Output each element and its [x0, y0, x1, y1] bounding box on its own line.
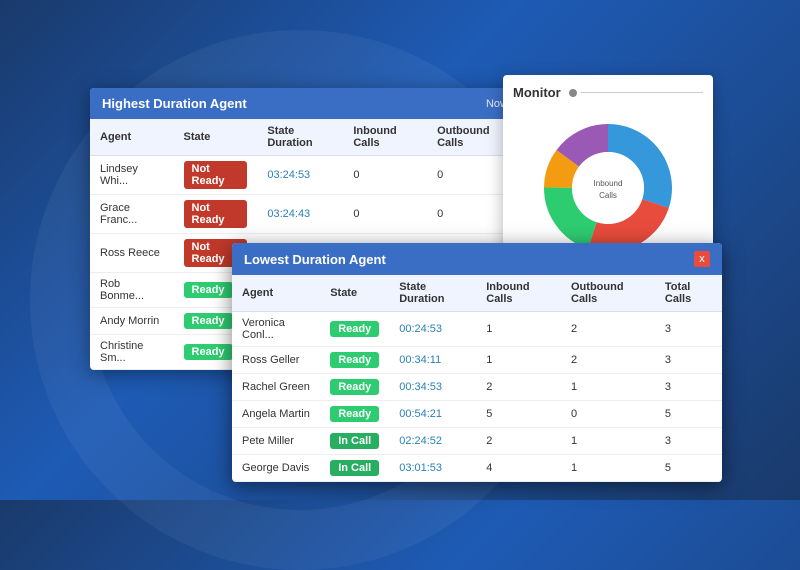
monitor-header: Monitor	[513, 85, 703, 100]
total-calls: 3	[655, 347, 722, 374]
agent-state: In Call	[320, 455, 389, 482]
donut-center	[572, 152, 644, 224]
total-calls: 5	[655, 455, 722, 482]
table-row: Ross Geller Ready 00:34:11 1 2 3	[232, 347, 722, 374]
inbound-calls: 0	[343, 156, 427, 195]
agent-name: Ross Geller	[232, 347, 320, 374]
agent-name: Veronica Conl...	[232, 312, 320, 347]
agent-name: Pete Miller	[232, 428, 320, 455]
state-duration: 00:54:21	[389, 401, 476, 428]
col-state-duration: State Duration	[257, 119, 343, 156]
table-row: Veronica Conl... Ready 00:24:53 1 2 3	[232, 312, 722, 347]
state-duration: 03:01:53	[389, 455, 476, 482]
state-duration: 00:24:53	[389, 312, 476, 347]
table-row: Grace Franc... Not Ready 03:24:43 0 0	[90, 195, 520, 234]
agent-name: George Davis	[232, 455, 320, 482]
agent-state: Not Ready	[174, 195, 258, 234]
col-agent: Agent	[232, 275, 320, 312]
col-total: Total Calls	[655, 275, 722, 312]
monitor-line	[581, 92, 703, 93]
state-duration: 00:34:11	[389, 347, 476, 374]
agent-name: Andy Morrin	[90, 308, 174, 335]
agent-state: In Call	[320, 428, 389, 455]
monitor-title: Monitor	[513, 85, 561, 100]
table-row: Pete Miller In Call 02:24:52 2 1 3	[232, 428, 722, 455]
col-agent: Agent	[90, 119, 174, 156]
agent-name: Christine Sm...	[90, 335, 174, 370]
lowest-duration-table: Agent State State Duration Inbound Calls…	[232, 275, 722, 482]
inbound-calls: 1	[476, 312, 561, 347]
state-duration: 03:24:53	[257, 156, 343, 195]
donut-center-label-1: Inbound	[594, 179, 623, 188]
col-outbound: Outbound Calls	[561, 275, 655, 312]
col-inbound: Inbound Calls	[476, 275, 561, 312]
table-row: Angela Martin Ready 00:54:21 5 0 5	[232, 401, 722, 428]
agent-state: Ready	[320, 312, 389, 347]
total-calls: 3	[655, 428, 722, 455]
total-calls: 3	[655, 374, 722, 401]
inbound-calls: 2	[476, 374, 561, 401]
total-calls: 3	[655, 312, 722, 347]
agent-name: Grace Franc...	[90, 195, 174, 234]
state-duration: 03:24:43	[257, 195, 343, 234]
agent-name: Angela Martin	[232, 401, 320, 428]
agent-name: Ross Reece	[90, 234, 174, 273]
table-row: George Davis In Call 03:01:53 4 1 5	[232, 455, 722, 482]
agent-name: Rachel Green	[232, 374, 320, 401]
agent-name: Rob Bonme...	[90, 273, 174, 308]
highest-duration-header: Highest Duration Agent Now	[90, 88, 520, 119]
outbound-calls: 1	[561, 374, 655, 401]
donut-center-label-2: Calls	[599, 191, 617, 200]
agent-state: Ready	[320, 401, 389, 428]
col-state: State	[320, 275, 389, 312]
state-duration: 00:34:53	[389, 374, 476, 401]
outbound-calls: 1	[561, 428, 655, 455]
highest-duration-title: Highest Duration Agent	[102, 96, 247, 111]
outbound-calls: 1	[561, 455, 655, 482]
highest-table-header-row: Agent State State Duration Inbound Calls…	[90, 119, 520, 156]
outbound-calls: 2	[561, 312, 655, 347]
lowest-duration-header: Lowest Duration Agent x	[232, 243, 722, 275]
col-state: State	[174, 119, 258, 156]
outbound-calls: 0	[561, 401, 655, 428]
inbound-calls: 0	[343, 195, 427, 234]
lowest-duration-title: Lowest Duration Agent	[244, 252, 386, 267]
total-calls: 5	[655, 401, 722, 428]
monitor-dot-icon	[569, 89, 577, 97]
table-row: Lindsey Whi... Not Ready 03:24:53 0 0	[90, 156, 520, 195]
inbound-calls: 4	[476, 455, 561, 482]
lowest-duration-panel: Lowest Duration Agent x Agent State Stat…	[232, 243, 722, 482]
agent-state: Not Ready	[174, 156, 258, 195]
inbound-calls: 1	[476, 347, 561, 374]
lowest-table-header-row: Agent State State Duration Inbound Calls…	[232, 275, 722, 312]
agent-state: Ready	[320, 374, 389, 401]
table-row: Rachel Green Ready 00:34:53 2 1 3	[232, 374, 722, 401]
col-state-duration: State Duration	[389, 275, 476, 312]
state-duration: 02:24:52	[389, 428, 476, 455]
inbound-calls: 2	[476, 428, 561, 455]
lowest-close-button[interactable]: x	[694, 251, 710, 267]
agent-name: Lindsey Whi...	[90, 156, 174, 195]
col-inbound: Inbound Calls	[343, 119, 427, 156]
inbound-calls: 5	[476, 401, 561, 428]
agent-state: Ready	[320, 347, 389, 374]
outbound-calls: 2	[561, 347, 655, 374]
